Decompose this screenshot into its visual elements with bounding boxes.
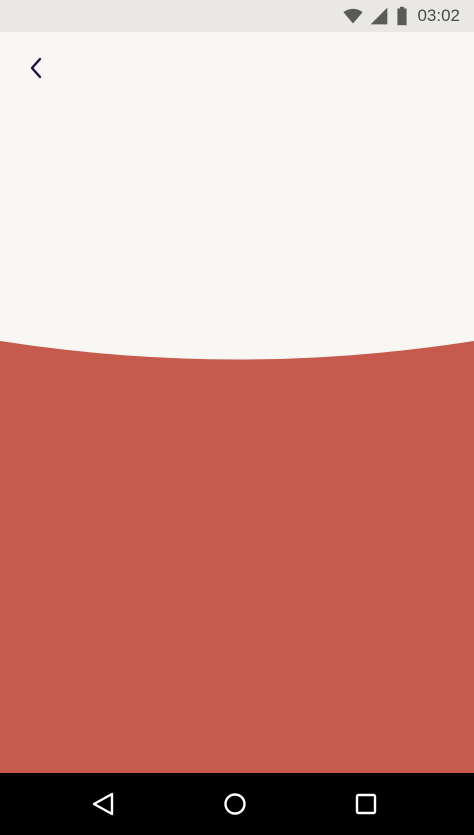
nav-back-button[interactable] bbox=[86, 787, 120, 821]
chevron-left-icon bbox=[30, 57, 42, 79]
battery-icon bbox=[395, 6, 409, 26]
recents-square-icon bbox=[355, 793, 377, 815]
navigation-bar bbox=[0, 773, 474, 835]
nav-home-button[interactable] bbox=[218, 787, 252, 821]
cellular-signal-icon bbox=[369, 6, 389, 26]
app-content bbox=[0, 32, 474, 773]
status-bar: 03:02 bbox=[0, 0, 474, 32]
home-circle-icon bbox=[224, 793, 246, 815]
back-button[interactable] bbox=[24, 54, 50, 82]
back-triangle-icon bbox=[92, 792, 114, 816]
wifi-icon bbox=[343, 6, 364, 26]
accent-panel bbox=[0, 332, 474, 773]
status-icons: 03:02 bbox=[343, 0, 460, 32]
nav-recents-button[interactable] bbox=[349, 787, 383, 821]
status-time: 03:02 bbox=[417, 6, 460, 25]
